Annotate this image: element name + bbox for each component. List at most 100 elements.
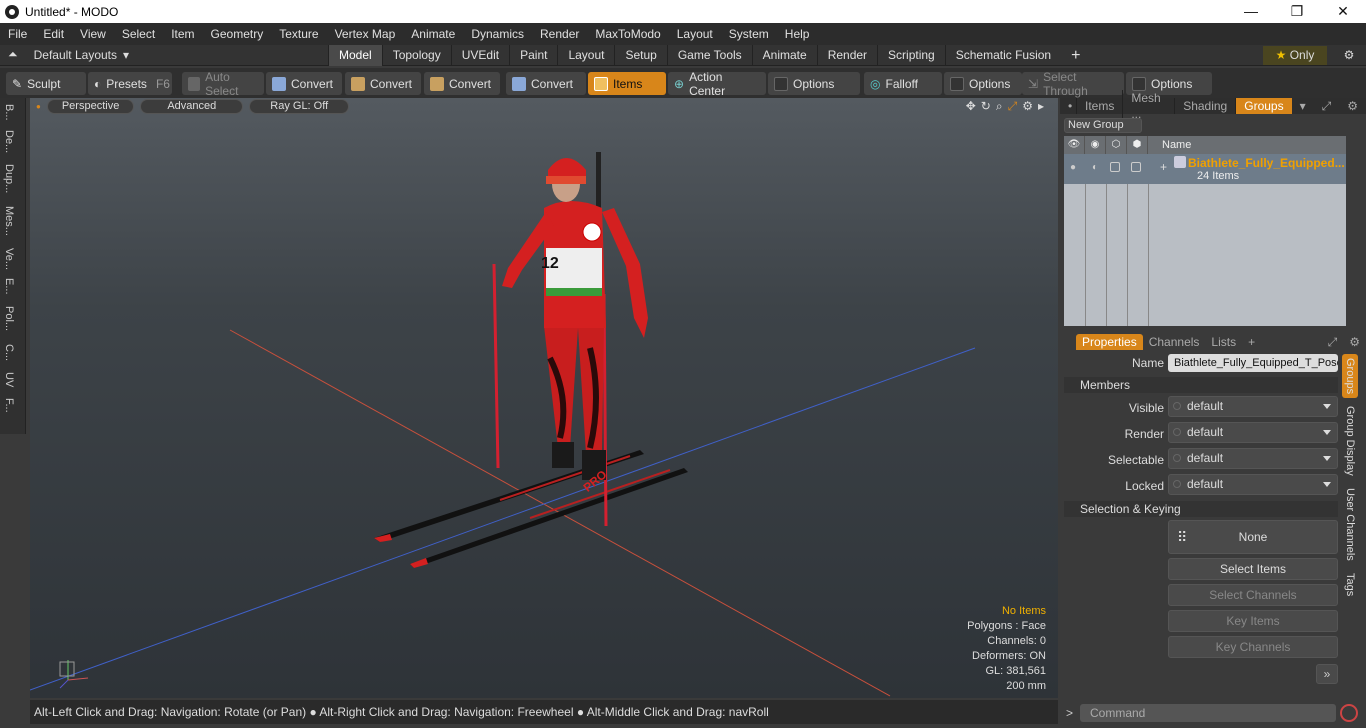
- advanced-button[interactable]: Advanced: [140, 98, 244, 114]
- select-icon[interactable]: ⬡: [1106, 136, 1127, 154]
- settings-icon[interactable]: ⚙: [1022, 99, 1033, 114]
- new-group-button[interactable]: New Group: [1064, 118, 1142, 133]
- menu-dynamics[interactable]: Dynamics: [463, 27, 532, 41]
- menu-item[interactable]: Item: [163, 27, 202, 41]
- zoom-icon[interactable]: ⌕: [996, 99, 1003, 114]
- select-toggle-icon[interactable]: [1110, 162, 1120, 172]
- select-items-button[interactable]: Select Items: [1168, 558, 1338, 580]
- key-items-button[interactable]: Key Items: [1168, 610, 1338, 632]
- tab-shading[interactable]: Shading: [1174, 98, 1235, 114]
- convert-button-1[interactable]: Convert: [266, 72, 342, 95]
- viewport-dot-icon[interactable]: ●: [36, 102, 41, 111]
- locked-select[interactable]: default: [1168, 474, 1338, 495]
- convert-button-2[interactable]: Convert: [345, 72, 421, 95]
- select-channels-button[interactable]: Select Channels: [1168, 584, 1338, 606]
- left-tab-4[interactable]: Mes...: [3, 206, 15, 236]
- left-tab-2[interactable]: De...: [3, 130, 15, 153]
- gear-icon[interactable]: ⚙: [1339, 45, 1359, 66]
- tab-uvedit[interactable]: UVEdit: [450, 45, 509, 66]
- tab-channels[interactable]: Channels: [1143, 334, 1206, 350]
- close-button[interactable]: ✕: [1320, 3, 1366, 20]
- raygl-button[interactable]: Ray GL: Off: [249, 98, 350, 114]
- tab-animate[interactable]: Animate: [751, 45, 817, 66]
- side-tab-groups[interactable]: Groups: [1342, 354, 1358, 399]
- menu-layout[interactable]: Layout: [669, 27, 721, 41]
- add-tab-icon[interactable]: +: [1242, 334, 1261, 350]
- auto-select-button[interactable]: Auto Select: [182, 70, 264, 98]
- left-tab-6[interactable]: E...: [3, 278, 15, 295]
- left-tab-9[interactable]: UV: [3, 372, 15, 387]
- lock-icon[interactable]: ⬢: [1127, 136, 1148, 154]
- selection-keying-section[interactable]: Selection & Keying: [1064, 501, 1338, 517]
- tab-schematic-fusion[interactable]: Schematic Fusion: [944, 45, 1061, 66]
- menu-select[interactable]: Select: [114, 27, 163, 41]
- tab-layout[interactable]: Layout: [557, 45, 614, 66]
- menu-maxtomodo[interactable]: MaxToModo: [587, 27, 668, 41]
- options-button-1[interactable]: Options: [768, 72, 860, 95]
- menu-help[interactable]: Help: [777, 27, 818, 41]
- select-through-button[interactable]: ⇲ Select Through: [1022, 70, 1124, 98]
- falloff-button[interactable]: ◎ Falloff: [864, 72, 942, 95]
- more-button[interactable]: »: [1316, 664, 1338, 684]
- sculpt-button[interactable]: ✎ Sculpt: [6, 72, 86, 95]
- add-tab-button[interactable]: +: [1061, 45, 1090, 66]
- tab-properties[interactable]: Properties: [1076, 334, 1143, 350]
- none-button[interactable]: ⠿ None: [1168, 520, 1338, 554]
- action-center-button[interactable]: ⊕ Action Center: [668, 70, 766, 98]
- tab-topology[interactable]: Topology: [381, 45, 451, 66]
- tab-items[interactable]: Items: [1076, 98, 1122, 114]
- group-row[interactable]: ● ◐ + Biathlete_Fully_Equipped... 24 Ite…: [1064, 154, 1346, 184]
- side-tab-group-display[interactable]: Group Display: [1342, 402, 1358, 480]
- 3d-viewport[interactable]: 12 PRO ● Perspective Advanced Ray GL: Of…: [30, 98, 1058, 698]
- left-tab-7[interactable]: Pol...: [3, 306, 15, 331]
- items-button[interactable]: Items: [588, 72, 666, 95]
- move-icon[interactable]: ✥: [966, 99, 976, 114]
- menu-animate[interactable]: Animate: [403, 27, 463, 41]
- gear-icon[interactable]: ⚙: [1339, 98, 1366, 114]
- tab-scripting[interactable]: Scripting: [877, 45, 945, 66]
- expand-icon[interactable]: ⤢: [1314, 98, 1340, 114]
- left-tab-8[interactable]: C...: [3, 344, 15, 361]
- menu-file[interactable]: File: [0, 27, 35, 41]
- record-icon[interactable]: [1340, 704, 1358, 722]
- rotate-icon[interactable]: ↻: [981, 99, 991, 114]
- members-section[interactable]: Members: [1064, 377, 1338, 393]
- tab-model[interactable]: Model: [328, 45, 382, 66]
- key-channels-button[interactable]: Key Channels: [1168, 636, 1338, 658]
- menu-view[interactable]: View: [72, 27, 114, 41]
- layout-dropdown[interactable]: ⏶ Default Layouts ▾: [8, 47, 129, 62]
- menu-texture[interactable]: Texture: [271, 27, 326, 41]
- menu-vertex-map[interactable]: Vertex Map: [327, 27, 404, 41]
- convert-button-3[interactable]: Convert: [424, 72, 500, 95]
- tab-render[interactable]: Render: [816, 45, 877, 66]
- menu-geometry[interactable]: Geometry: [203, 27, 272, 41]
- expand-arrow-icon[interactable]: ▸: [1038, 99, 1044, 114]
- command-input[interactable]: Command: [1080, 704, 1336, 722]
- tab-game-tools[interactable]: Game Tools: [666, 45, 752, 66]
- perspective-button[interactable]: Perspective: [46, 98, 135, 114]
- selectable-select[interactable]: default: [1168, 448, 1338, 469]
- maximize-button[interactable]: ❐: [1274, 3, 1320, 20]
- minimize-button[interactable]: —: [1228, 3, 1274, 20]
- chevron-down-icon[interactable]: ▾: [1292, 98, 1314, 114]
- menu-edit[interactable]: Edit: [35, 27, 72, 41]
- name-input[interactable]: Biathlete_Fully_Equipped_T_Pose: [1168, 354, 1338, 372]
- gear-icon[interactable]: ⚙: [1343, 334, 1366, 350]
- fit-icon[interactable]: ⤢: [1008, 99, 1018, 114]
- eye-icon[interactable]: 👁: [1064, 136, 1085, 154]
- render-select[interactable]: default: [1168, 422, 1338, 443]
- left-tab-5[interactable]: Ve...: [3, 248, 15, 270]
- options-button-2[interactable]: Options: [944, 72, 1022, 95]
- lock-toggle-icon[interactable]: [1131, 162, 1141, 172]
- expand-plus-icon[interactable]: +: [1160, 160, 1167, 174]
- render-toggle-icon[interactable]: ◐: [1092, 162, 1098, 173]
- side-tab-tags[interactable]: Tags: [1342, 569, 1358, 600]
- tab-lists[interactable]: Lists: [1205, 334, 1242, 350]
- menu-system[interactable]: System: [721, 27, 777, 41]
- only-button[interactable]: ★ Only: [1263, 46, 1327, 65]
- render-icon[interactable]: ◉: [1085, 136, 1106, 154]
- side-tab-user-channels[interactable]: User Channels: [1342, 484, 1358, 565]
- visible-toggle-icon[interactable]: ●: [1070, 162, 1076, 173]
- group-name[interactable]: Biathlete_Fully_Equipped...: [1188, 156, 1345, 170]
- presets-button[interactable]: ◐ Presets F6: [88, 72, 172, 95]
